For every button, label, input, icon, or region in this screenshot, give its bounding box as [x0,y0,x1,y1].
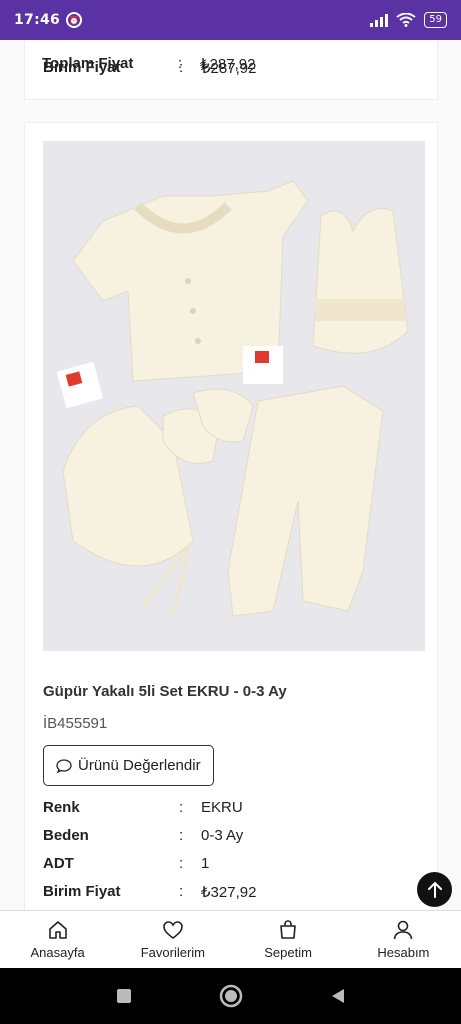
review-product-button[interactable]: Ürünü Değerlendir [43,745,214,786]
home-button-icon[interactable] [219,984,243,1008]
user-icon [394,920,413,940]
nav-cart[interactable]: Sepetim [231,911,346,968]
scroll-to-top-button[interactable] [417,872,452,907]
battery-icon: 59 [424,12,447,28]
system-navigation-bar [0,968,461,1024]
arrow-up-icon [427,881,442,898]
back-icon[interactable] [329,987,347,1005]
heart-icon [163,921,183,939]
nav-account[interactable]: Hesabım [346,911,461,968]
product-sku: İB455591 [43,715,108,732]
attribute-row-size: Beden : 0-3 Ay [43,827,244,844]
bag-icon [280,920,296,939]
product-image[interactable] [43,141,425,651]
total-price-label: Toplam Fiyat [42,55,134,72]
home-icon [48,921,67,939]
product-title[interactable]: Güpür Yakalı 5li Set EKRU - 0-3 Ay [43,683,287,700]
comment-icon [56,758,72,773]
total-price-value: ₺287,92 [200,56,256,73]
order-items-list[interactable]: Birim Fiyat : ₺287,92 Toplam Fiyat : ₺28… [0,40,461,910]
attribute-row-color: Renk : EKRU [43,799,243,816]
nav-account-label: Hesabım [377,945,430,960]
nav-favorites-label: Favorilerim [140,945,206,960]
baby-clothing-set-photo [43,141,425,651]
nav-favorites[interactable]: Favorilerim [115,911,230,968]
nav-home[interactable]: Anasayfa [0,911,115,968]
signal-icon [370,13,389,27]
attribute-row-quantity: ADT : 1 [43,855,210,872]
nav-home-label: Anasayfa [30,945,85,960]
alarm-icon: ⏰ [66,12,83,28]
status-bar: 17:46 ⏰ 59 [0,0,461,40]
nav-cart-label: Sepetim [264,945,312,960]
recents-icon[interactable] [115,987,133,1005]
wifi-icon [396,13,416,27]
bottom-navigation: Anasayfa Favorilerim Sepetim Hesabım [0,910,461,968]
status-time: 17:46 [14,12,61,28]
attribute-row-unit-price: Birim Fiyat : ₺327,92 [43,883,257,901]
total-price-row: Toplam Fiyat : ₺287,92 [42,55,256,73]
review-button-label: Ürünü Değerlendir [78,757,201,774]
product-card: Güpür Yakalı 5li Set EKRU - 0-3 Ay İB455… [24,122,438,910]
